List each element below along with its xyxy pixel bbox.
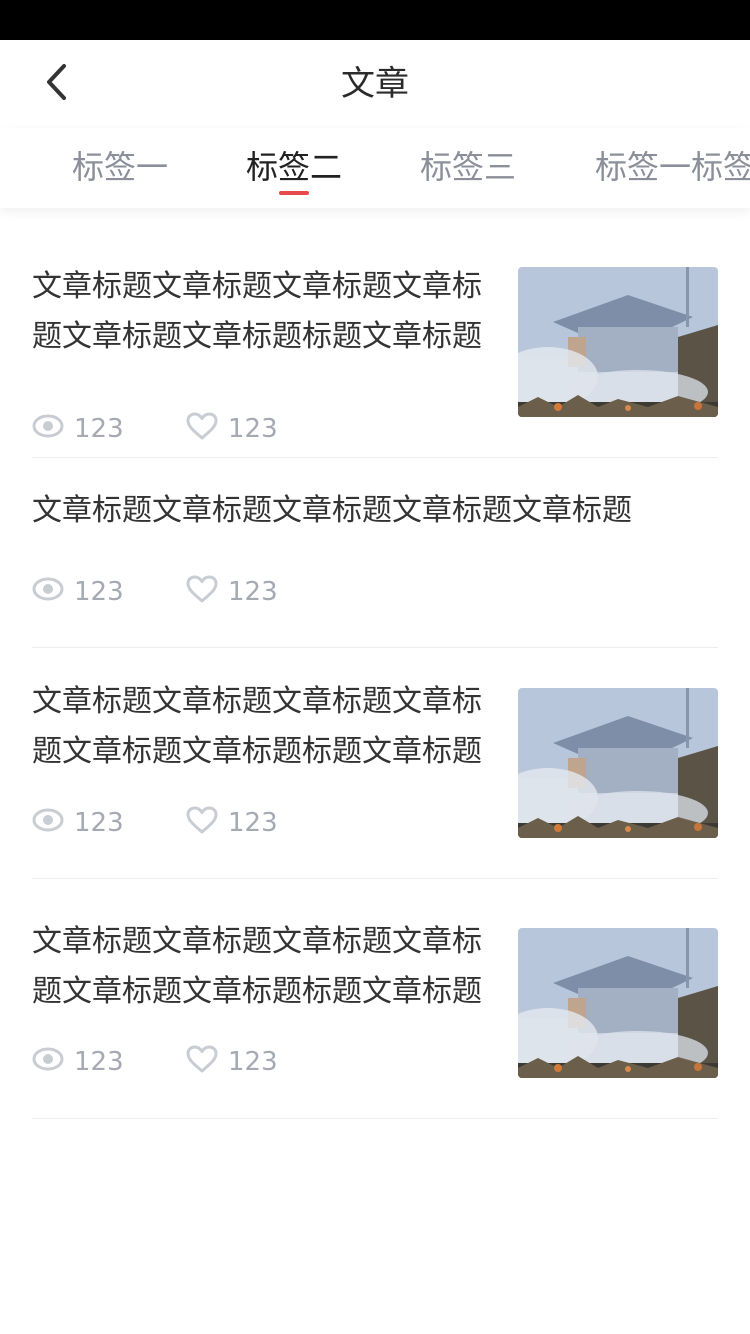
article-meta: 123 123 xyxy=(32,1042,340,1082)
view-count-value: 123 xyxy=(74,808,124,838)
heart-icon xyxy=(186,1045,228,1080)
tab-1[interactable]: 标签一 xyxy=(72,128,168,208)
like-button[interactable]: 123 xyxy=(186,412,340,447)
article-item[interactable]: 文章标题文章标题文章标题文章标题文章标题 123 123 xyxy=(32,458,718,648)
tab-label: 标签三 xyxy=(420,148,517,186)
nav-bar: 文章 xyxy=(0,40,750,128)
tab-4[interactable]: 标签一标签 xyxy=(595,128,750,208)
tab-label: 标签二 xyxy=(246,148,343,186)
eye-icon xyxy=(32,1046,74,1079)
view-count: 123 xyxy=(32,576,186,609)
like-button[interactable]: 123 xyxy=(186,1045,340,1080)
status-bar xyxy=(0,0,750,40)
tab-label: 标签一 xyxy=(72,148,169,186)
article-meta: 123 123 xyxy=(32,409,340,449)
article-item[interactable]: 文章标题文章标题文章标题文章标题文章标题文章标题标题文章标题 123 123 xyxy=(32,879,718,1119)
article-meta: 123 123 xyxy=(32,572,340,612)
tab-3[interactable]: 标签三 xyxy=(420,128,516,208)
eye-icon xyxy=(32,413,74,446)
tab-bar: 标签一 标签二 标签三 标签一标签 xyxy=(0,128,750,208)
like-count-value: 123 xyxy=(228,1047,278,1077)
eye-icon xyxy=(32,576,74,609)
article-thumbnail xyxy=(518,688,718,838)
article-meta: 123 123 xyxy=(32,803,340,843)
heart-icon xyxy=(186,806,228,841)
eye-icon xyxy=(32,807,74,840)
like-count-value: 123 xyxy=(228,414,278,444)
chevron-left-icon xyxy=(44,63,68,105)
tab-2[interactable]: 标签二 xyxy=(246,128,342,208)
heart-icon xyxy=(186,412,228,447)
view-count-value: 123 xyxy=(74,577,124,607)
article-item[interactable]: 文章标题文章标题文章标题文章标题文章标题文章标题标题文章标题 123 123 xyxy=(32,248,718,458)
article-title: 文章标题文章标题文章标题文章标题文章标题文章标题标题文章标题 xyxy=(32,924,482,1009)
like-count-value: 123 xyxy=(228,808,278,838)
view-count-value: 123 xyxy=(74,414,124,444)
article-title: 文章标题文章标题文章标题文章标题文章标题文章标题标题文章标题 xyxy=(32,269,482,354)
view-count: 123 xyxy=(32,807,186,840)
article-title: 文章标题文章标题文章标题文章标题文章标题 xyxy=(32,493,632,528)
article-item[interactable]: 文章标题文章标题文章标题文章标题文章标题文章标题标题文章标题 123 123 xyxy=(32,648,718,879)
view-count: 123 xyxy=(32,1046,186,1079)
like-button[interactable]: 123 xyxy=(186,575,340,610)
view-count-value: 123 xyxy=(74,1047,124,1077)
article-title: 文章标题文章标题文章标题文章标题文章标题文章标题标题文章标题 xyxy=(32,684,482,769)
heart-icon xyxy=(186,575,228,610)
article-thumbnail xyxy=(518,928,718,1078)
view-count: 123 xyxy=(32,413,186,446)
page-title: 文章 xyxy=(341,64,409,104)
back-button[interactable] xyxy=(30,58,82,110)
active-tab-indicator xyxy=(279,191,309,195)
article-thumbnail xyxy=(518,267,718,417)
like-button[interactable]: 123 xyxy=(186,806,340,841)
tab-label: 标签一标签 xyxy=(595,148,750,186)
like-count-value: 123 xyxy=(228,577,278,607)
